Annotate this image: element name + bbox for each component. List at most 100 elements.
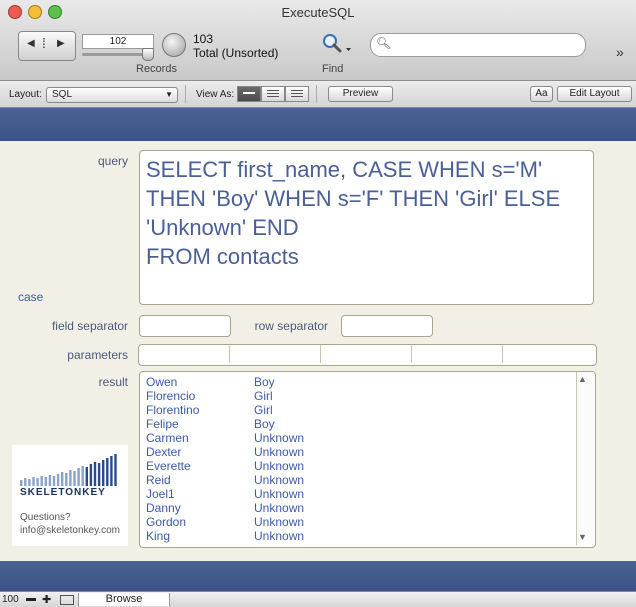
zoom-out-icon[interactable]: ▬ <box>26 593 36 604</box>
query-field[interactable]: SELECT first_name, CASE WHEN s='M' THEN … <box>139 150 594 305</box>
result-gender-label: Unknown <box>254 459 305 473</box>
result-gender-label: Boy <box>254 417 275 431</box>
minimize-window-button[interactable] <box>28 5 42 19</box>
query-label: query <box>97 154 128 168</box>
total-record-count: 103 <box>193 32 214 46</box>
result-gender-label: Girl <box>254 389 273 403</box>
result-first-name: Joel1 <box>146 487 175 501</box>
result-gender-label: Unknown <box>254 473 305 487</box>
row-separator-label: row separator <box>254 319 328 333</box>
query-line: FROM contacts <box>146 244 299 269</box>
field-separator-field[interactable] <box>139 315 231 337</box>
parameters-field-row <box>138 344 597 366</box>
preview-button[interactable]: Preview <box>328 86 393 102</box>
result-row: Carmen Unknown <box>146 431 304 445</box>
text-formatting-button[interactable]: Aa <box>530 86 553 102</box>
result-row: Florencio Girl <box>146 389 304 403</box>
result-first-name: Everette <box>146 459 191 473</box>
layout-select[interactable]: SQL ▼ <box>46 87 178 103</box>
result-first-name: Felipe <box>146 417 179 431</box>
record-navigation-book-icon[interactable]: ◀ ⁞ ▶ <box>18 31 76 61</box>
field-separator-label: field separator <box>51 319 128 333</box>
result-row: Florentino Girl <box>146 403 304 417</box>
view-as-form-button[interactable] <box>237 86 261 102</box>
case-link[interactable]: case <box>18 290 43 304</box>
result-first-name: Carmen <box>146 431 189 445</box>
result-gender-label: Unknown <box>254 529 305 543</box>
skeletonkey-logo-bars-icon <box>20 454 117 486</box>
row-separator-field[interactable] <box>341 315 433 337</box>
result-row: King Unknown <box>146 529 304 543</box>
scroll-up-arrow-icon[interactable]: ▲ <box>578 374 587 384</box>
result-row: Danny Unknown <box>146 501 304 515</box>
parameter-field[interactable] <box>503 345 594 363</box>
result-gender-label: Unknown <box>254 487 305 501</box>
current-record-input[interactable]: 102 <box>82 34 154 49</box>
support-email-link[interactable]: info@skeletonkey.com <box>20 525 120 536</box>
result-first-name: Danny <box>146 501 181 515</box>
result-field[interactable]: Owen Boy Florencio Girl Florentino Girl Felipe… <box>139 371 596 548</box>
mode-popup[interactable]: Browse <box>78 593 170 606</box>
result-gender-label: Boy <box>254 375 275 389</box>
query-line: SELECT first_name, CASE WHEN s='M' <box>146 157 543 182</box>
previous-record-icon[interactable]: ◀ <box>27 38 35 49</box>
result-scrollbar[interactable] <box>576 372 594 545</box>
result-gender-label: Unknown <box>254 515 305 529</box>
find-label: Find <box>322 63 344 75</box>
layout-select-value: SQL <box>52 89 73 100</box>
parameter-field[interactable] <box>412 345 503 363</box>
result-row: Dexter Unknown <box>146 445 304 459</box>
search-icon: 🔍︎ <box>376 36 392 50</box>
query-line: 'Unknown' END <box>146 215 299 240</box>
view-as-list-button[interactable] <box>261 86 285 102</box>
result-gender-label: Unknown <box>254 445 305 459</box>
layout-label: Layout: <box>9 89 42 100</box>
result-row: Felipe Boy <box>146 417 304 431</box>
result-first-name: Reid <box>146 473 171 487</box>
result-first-name: Gordon <box>146 515 187 529</box>
book-spine-icon: ⁞ <box>42 35 46 51</box>
logo-brand-text: SKELETONKEY <box>20 487 106 498</box>
result-list: Owen Boy Florencio Girl Florentino Girl Felipe… <box>146 375 304 543</box>
footer-band <box>0 561 636 591</box>
records-pie-icon <box>162 33 186 57</box>
view-as-table-button[interactable] <box>285 86 309 102</box>
result-gender-label: Unknown <box>254 431 305 445</box>
result-row: Gordon Unknown <box>146 515 304 529</box>
close-window-button[interactable] <box>8 5 22 19</box>
find-magnifier-icon[interactable] <box>320 32 352 56</box>
toolbar-divider <box>316 85 317 103</box>
toolbar-overflow-chevron-icon[interactable]: » <box>616 44 624 60</box>
quick-find-search-input[interactable] <box>370 33 586 57</box>
total-sort-status: Total (Unsorted) <box>193 46 279 60</box>
scroll-down-arrow-icon[interactable]: ▼ <box>578 532 587 542</box>
toggle-status-toolbar-icon[interactable] <box>60 595 74 605</box>
result-row: Reid Unknown <box>146 473 304 487</box>
zoom-level[interactable]: 100 <box>2 594 19 605</box>
result-gender-label: Unknown <box>254 501 305 515</box>
next-record-icon[interactable]: ▶ <box>57 38 65 49</box>
logo-questions-text: Questions? <box>20 512 71 523</box>
parameters-label: parameters <box>67 348 128 362</box>
result-row: Everette Unknown <box>146 459 304 473</box>
result-first-name: King <box>146 529 171 543</box>
result-label: result <box>98 375 128 389</box>
result-gender-label: Girl <box>254 403 273 417</box>
toolbar-divider <box>185 85 186 103</box>
result-first-name: Florentino <box>146 403 200 417</box>
edit-layout-button[interactable]: Edit Layout <box>557 86 632 102</box>
parameter-field[interactable] <box>230 345 321 363</box>
result-first-name: Dexter <box>146 445 182 459</box>
result-first-name: Florencio <box>146 389 196 403</box>
record-slider-thumb[interactable] <box>142 48 154 61</box>
parameter-field[interactable] <box>139 345 230 363</box>
zoom-window-button[interactable] <box>48 5 62 19</box>
zoom-in-icon[interactable]: ✚ <box>42 593 51 606</box>
result-row: Owen Boy <box>146 375 304 389</box>
result-first-name: Owen <box>146 375 178 389</box>
records-label: Records <box>136 63 177 75</box>
header-band <box>0 108 636 141</box>
query-line: THEN 'Boy' WHEN s='F' THEN 'Girl' ELSE <box>146 186 561 211</box>
parameter-field[interactable] <box>321 345 412 363</box>
window-title: ExecuteSQL <box>281 5 355 20</box>
